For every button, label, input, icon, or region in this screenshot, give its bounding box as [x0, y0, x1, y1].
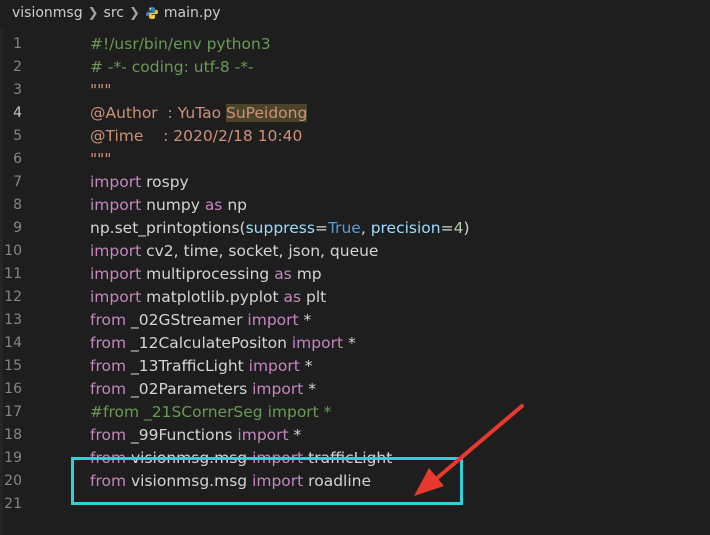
annotation-arrow-icon: [414, 404, 524, 496]
